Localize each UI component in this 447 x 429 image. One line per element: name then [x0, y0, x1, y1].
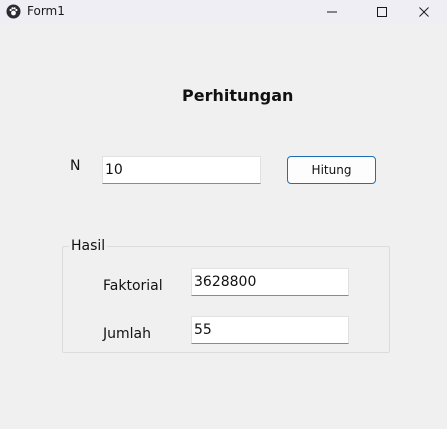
n-input[interactable]: 10	[102, 156, 261, 184]
paw-icon	[6, 4, 21, 19]
form1-window: Form1 Perhitungan N 10 Hitung Hasil Fakt…	[0, 0, 447, 429]
sum-output[interactable]: 55	[191, 316, 349, 344]
title-bar[interactable]: Form1	[0, 0, 447, 24]
factorial-output[interactable]: 3628800	[191, 268, 349, 296]
maximize-icon	[377, 7, 387, 17]
minimize-button[interactable]	[309, 0, 355, 24]
factorial-label: Faktorial	[103, 278, 163, 294]
sum-label: Jumlah	[103, 326, 151, 342]
n-label: N	[70, 158, 81, 174]
close-button[interactable]	[401, 0, 447, 24]
maximize-button[interactable]	[359, 0, 405, 24]
window-title: Form1	[27, 4, 65, 18]
calculate-button[interactable]: Hitung	[287, 156, 376, 184]
form-heading: Perhitungan	[182, 86, 294, 105]
close-icon	[419, 7, 429, 17]
result-group-label: Hasil	[69, 238, 108, 254]
minimize-icon	[327, 11, 337, 13]
